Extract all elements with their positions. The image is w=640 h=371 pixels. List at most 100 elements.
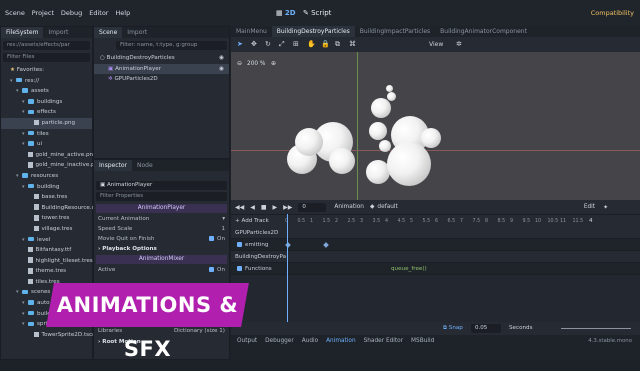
scene-tab-buildinganimator[interactable]: BuildingAnimatorComponent xyxy=(435,26,532,37)
zoom-out-icon[interactable]: ⊖ xyxy=(237,60,242,67)
fs-row[interactable]: ▾ res:// xyxy=(1,76,92,87)
fs-row[interactable]: ▾ tiles xyxy=(1,129,92,140)
tab-filesystem[interactable]: FileSystem xyxy=(1,27,44,38)
animation-menu[interactable]: Animation xyxy=(334,204,364,210)
snap-unit-select[interactable]: Seconds xyxy=(509,325,533,331)
animation-track[interactable]: GPUParticles2D xyxy=(231,227,640,239)
track-enabled-checkbox[interactable] xyxy=(237,266,242,271)
fs-row[interactable]: TowerSprite2D.tscn xyxy=(1,330,96,341)
pin-icon[interactable]: ✦ xyxy=(603,204,608,211)
prop-active[interactable]: Active On xyxy=(94,265,229,275)
fs-row[interactable]: ▾ assets xyxy=(1,86,92,97)
fs-row[interactable]: theme.tres xyxy=(1,266,92,277)
path-field[interactable]: res://assets/effects/par xyxy=(3,41,90,50)
scale-tool-icon[interactable]: ⤢ xyxy=(279,40,285,49)
tab-scene-import[interactable]: Import xyxy=(122,27,152,38)
bottom-tab-animation[interactable]: Animation xyxy=(326,335,356,347)
animation-track[interactable]: emitting xyxy=(231,239,640,251)
bottom-tab-output[interactable]: Output xyxy=(237,335,257,347)
visibility-eye-icon[interactable]: ◉ xyxy=(219,53,224,64)
fs-row[interactable]: gold_mine_active.png xyxy=(1,150,97,161)
visibility-eye-icon[interactable]: ◉ xyxy=(219,64,224,75)
zoom-in-icon[interactable]: ⊕ xyxy=(271,60,276,67)
menu-help[interactable]: Help xyxy=(115,0,130,26)
fs-row[interactable]: ▾ ui xyxy=(1,139,92,150)
canvas-viewport[interactable]: ⊖ 200 % ⊕ xyxy=(231,52,640,200)
fs-row[interactable]: ★ Favorites: xyxy=(1,65,92,76)
fs-row[interactable]: ▾ building xyxy=(1,182,92,193)
play-forward-icon[interactable]: ▶▶ xyxy=(283,204,292,211)
tab-inspector[interactable]: Inspector xyxy=(94,160,132,171)
fs-row[interactable]: ▾ resources xyxy=(1,171,92,182)
workspace-2d-button[interactable]: ▦ 2D xyxy=(276,9,296,17)
bottom-tab-audio[interactable]: Audio xyxy=(302,335,318,347)
animation-selector[interactable]: default xyxy=(377,204,397,210)
fs-row[interactable]: tower.tres xyxy=(1,213,92,224)
bone-icon[interactable]: ⌘ xyxy=(349,40,356,48)
filter-files-input[interactable]: Filter Files xyxy=(3,53,90,62)
snap-value-field[interactable]: 0.05 xyxy=(471,324,501,333)
scene-tab-buildingimpact[interactable]: BuildingImpactParticles xyxy=(355,26,435,37)
scene-node[interactable]: ○ BuildingDestroyParticles ◉ xyxy=(94,53,229,64)
scene-tab-buildingdestroy[interactable]: BuildingDestroyParticles xyxy=(271,26,355,37)
ruler-ticks[interactable]: 00.511.522.533.544.555.566.577.588.599.5… xyxy=(285,219,585,224)
length-value[interactable]: 4 xyxy=(589,218,593,224)
bottom-tab-msbuild[interactable]: MSBuild xyxy=(411,335,434,347)
fs-row[interactable]: village.tres xyxy=(1,224,92,235)
scene-tab-mainmenu[interactable]: MainMenu xyxy=(231,26,272,37)
stop-icon[interactable]: ■ xyxy=(261,204,267,211)
scene-node[interactable]: ▣ AnimationPlayer ◉ xyxy=(94,63,229,75)
section-animationmixer[interactable]: AnimationMixer xyxy=(96,255,227,264)
animation-track[interactable]: Functions queue_free() xyxy=(231,263,640,275)
group-icon[interactable]: ⧉ xyxy=(335,40,340,49)
tab-node[interactable]: Node xyxy=(132,160,158,171)
scene-node[interactable]: ✲ GPUParticles2D xyxy=(94,74,229,85)
tab-scene[interactable]: Scene xyxy=(94,27,123,38)
fs-row[interactable]: ▾ level xyxy=(1,235,92,246)
play-backwards-icon[interactable]: ◀◀ xyxy=(235,204,244,211)
inspector-object-field[interactable]: ▣ AnimationPlayer xyxy=(96,181,227,190)
ruler-tool-icon[interactable]: ⊞ xyxy=(293,40,299,48)
view-menu[interactable]: View xyxy=(429,41,443,48)
rewind-icon[interactable]: ◀ xyxy=(250,204,255,211)
menu-debug[interactable]: Debug xyxy=(61,0,82,26)
method-keyframe[interactable]: queue_free() xyxy=(391,263,427,275)
track-enabled-checkbox[interactable] xyxy=(237,242,242,247)
edit-menu[interactable]: Edit xyxy=(584,204,595,210)
snap-toggle[interactable]: ⧉ Snap xyxy=(443,325,463,332)
lock-icon[interactable]: 🔒 xyxy=(321,40,330,48)
fs-row[interactable]: BuildingResource.cs xyxy=(1,203,98,214)
fs-row[interactable]: ▾ effects xyxy=(1,107,92,118)
tab-import[interactable]: Import xyxy=(43,27,73,38)
animation-track[interactable]: BuildingDestroyPa xyxy=(231,251,640,263)
time-field[interactable]: 0 xyxy=(298,202,327,212)
scene-filter-input[interactable]: Filter: name, t:type, g:group xyxy=(116,41,227,50)
menu-editor[interactable]: Editor xyxy=(89,0,108,26)
section-animationplayer[interactable]: AnimationPlayer xyxy=(96,204,227,213)
play-icon[interactable]: ▶ xyxy=(273,204,278,211)
fs-row[interactable]: gold_mine_inactive.p... xyxy=(1,160,100,171)
fs-row[interactable]: highlight_tileset.tres xyxy=(1,256,93,267)
zoom-level[interactable]: 200 % xyxy=(247,61,265,67)
zoom-slider[interactable] xyxy=(561,328,631,329)
select-tool-icon[interactable]: ➤ xyxy=(237,40,243,48)
bottom-tab-debugger[interactable]: Debugger xyxy=(265,335,294,347)
move-tool-icon[interactable]: ✥ xyxy=(251,40,257,48)
playback-options-section[interactable]: › Playback Options xyxy=(94,244,229,254)
fs-row[interactable]: base.tres xyxy=(1,192,92,203)
prop-current-animation[interactable]: Current Animation ▾ xyxy=(94,214,229,224)
add-track-button[interactable]: + Add Track xyxy=(231,218,285,224)
workspace-script-button[interactable]: ✎ Script xyxy=(303,9,331,17)
fs-row[interactable]: particle.png xyxy=(1,117,92,129)
prop-movie-quit[interactable]: Movie Quit on Finish On xyxy=(94,234,229,244)
bottom-tab-shader-editor[interactable]: Shader Editor xyxy=(364,335,404,347)
renderer-compat-label[interactable]: Compatibility xyxy=(591,9,634,17)
playhead[interactable] xyxy=(287,214,288,322)
fs-row[interactable]: Bitfantasy.ttf xyxy=(1,245,92,256)
menu-scene[interactable]: Scene xyxy=(5,0,25,26)
pan-tool-icon[interactable]: ✋ xyxy=(307,40,316,48)
keyframe[interactable] xyxy=(323,242,329,248)
prop-speed-scale[interactable]: Speed Scale 1 xyxy=(94,224,229,234)
menu-project[interactable]: Project xyxy=(32,0,54,26)
particles-icon[interactable]: ✲ xyxy=(456,40,462,48)
